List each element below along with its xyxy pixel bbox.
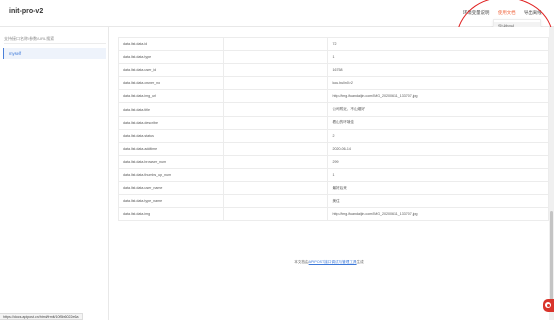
param-value-cell: 299 [327,154,549,169]
apipost-link[interactable]: APIPOST接口调试与管理工具 [309,260,357,264]
param-name-cell: data.list.data.type [118,50,224,65]
param-value-cell: 看山的环境佳 [327,115,549,130]
param-type-cell [222,63,329,78]
table-row: data.list.data.addtime 2020-06-14 [118,141,549,156]
param-name-cell: data.list.data.addtime [118,141,224,156]
param-value-cell: 1 [327,167,549,183]
sidebar: myself [0,27,109,320]
param-value-cell: 16758 [327,63,549,78]
table-row: data.list.data.title 公司附近，不山烟好 [118,102,549,117]
table-row: data.list.data.describe 看山的环境佳 [118,115,549,130]
param-value-cell: 公司附近，不山烟好 [327,102,549,117]
param-name-cell: data.list.data.thumbs_up_num [118,167,224,183]
nav-env-variables[interactable]: 环境变量说明 [463,10,489,16]
table-row: data.list.data.user_id 16758 [118,63,549,78]
param-value-cell: http://img.ifuandaijin.com/IMG_20200611_… [327,207,549,222]
param-value-cell: 1 [327,50,549,65]
footer-prefix: 本文档由 [294,260,309,264]
param-type-cell [222,194,329,209]
floating-help-widget[interactable] [543,299,554,312]
param-name-cell: data.list.data.img_url [118,89,224,104]
param-value-cell: 2020-06-14 [327,141,549,156]
param-type-cell [222,207,329,222]
param-type-cell [222,76,329,91]
param-type-cell [222,36,329,52]
table-row: data.list.data.status 2 [118,128,549,143]
table-row: data.list.data.id 72 [118,36,549,52]
sidebar-item-myself[interactable]: myself [3,48,106,59]
response-params-table: data.list.data.id 72 data.list.data.type 1 d… [118,36,549,222]
status-bar-url: https://docs.apipost.cn/html/frmlt/10f5b… [0,313,83,320]
param-name-cell: data.list.data.type_name [118,194,224,209]
nav-usage-docs[interactable]: 使用文档 [498,10,516,16]
param-type-cell [222,102,329,117]
table-row: data.list.data.browser_num 299 [118,154,549,169]
table-row: data.list.data.img http://img.ifuandaijin… [118,207,549,222]
param-value-cell: 2 [327,128,549,143]
table-row: data.list.data.owner_no kou.bulin0>2 [118,76,549,91]
app-title: init-pro-v2 [9,8,44,15]
param-type-cell [222,167,329,183]
param-name-cell: data.list.data.id [118,36,224,52]
param-name-cell: data.list.data.user_id [118,63,224,78]
table-row: data.list.data.user_name 最好后来 [118,181,549,196]
param-type-cell [222,115,329,130]
param-name-cell: data.list.data.describe [118,115,224,130]
page-scrollbar[interactable] [549,27,554,320]
param-name-cell: data.list.data.owner_no [118,76,224,91]
param-type-cell [222,128,329,143]
param-value-cell: kou.bulin0>2 [327,76,549,91]
param-type-cell [222,50,329,65]
main-content: data.list.data.id 72 data.list.data.type 1 d… [109,27,549,320]
sidebar-search-input[interactable] [4,34,106,44]
table-row: data.list.data.thumbs_up_num 1 [118,167,549,183]
param-name-cell: data.list.data.status [118,128,224,143]
nav-export-offline[interactable]: 导出离线 [524,10,542,16]
table-row: data.list.data.type 1 [118,50,549,65]
scrollbar-thumb[interactable] [550,211,553,307]
param-value-cell: 最好后来 [327,181,549,196]
param-type-cell [222,89,329,104]
widget-icon [545,302,551,308]
sidebar-item-label: myself [9,51,22,56]
param-name-cell: data.list.data.browser_num [118,154,224,169]
top-header: init-pro-v2 环境变量说明 使用文档 导出离线 [0,0,554,27]
table-row: data.list.data.type_name 美住 [118,194,549,209]
param-name-cell: data.list.data.user_name [118,181,224,196]
table-row: data.list.data.img_url http://img.ifuanda… [118,89,549,104]
footer-suffix: 生成 [356,260,364,264]
param-value-cell: http://img.ifuandaijin.com/IMG_20200611_… [327,89,549,104]
param-type-cell [222,181,329,196]
param-value-cell: 72 [327,36,549,52]
param-value-cell: 美住 [327,194,549,209]
param-name-cell: data.list.data.img [118,207,224,222]
param-type-cell [222,154,329,169]
generated-by-note: 本文档由APIPOST接口调试与管理工具生成 [109,260,549,265]
param-type-cell [222,141,329,156]
param-name-cell: data.list.data.title [118,102,224,117]
